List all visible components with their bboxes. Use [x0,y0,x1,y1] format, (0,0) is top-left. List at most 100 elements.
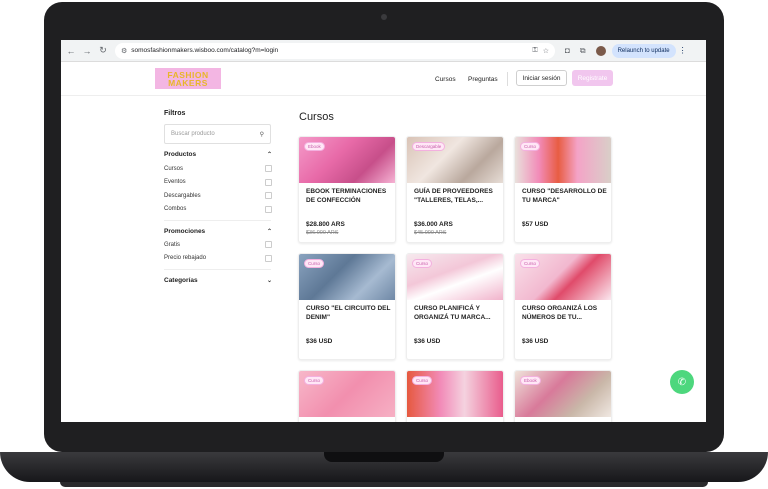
filter-option-cursos[interactable]: Cursos [164,162,272,176]
search-input[interactable]: Buscar producto ⚲ [164,124,271,144]
option-label: Precio rebajado [164,255,207,262]
checkbox[interactable] [265,241,272,249]
register-button[interactable]: Registrate [572,70,613,86]
nav-preguntas[interactable]: Preguntas [468,76,498,83]
card-image: Curso [407,254,503,300]
chevron-up-icon[interactable]: ⌃ [267,151,272,158]
url-text: somosfashionmakers.wisboo.com/catalog?m=… [131,47,279,54]
course-card[interactable]: Curso [406,370,504,422]
whatsapp-icon: ✆ [677,376,687,388]
card-title: CURSO ORGANIZÁ LOS NÚMEROS DE TU... [522,305,598,321]
laptop-feet [60,482,708,487]
card-price: $36 USD [414,338,441,345]
site-header: FASHION MAKERS Cursos Preguntas Iniciar … [61,62,706,96]
filter-option-eventos[interactable]: Eventos [164,176,272,190]
filter-option-gratis[interactable]: Gratis [164,238,272,252]
card-image: Ebook [515,371,611,417]
nav-divider [507,72,508,86]
nav-cursos[interactable]: Cursos [435,76,456,83]
option-label: Eventos [164,179,186,186]
back-icon[interactable]: ← [65,45,77,57]
address-bar[interactable]: ⚙ somosfashionmakers.wisboo.com/catalog?… [115,42,555,59]
card-tag: Ebook [304,142,325,151]
course-card[interactable]: Curso CURSO "EL CIRCUITO DEL DENIM" $36 … [298,253,396,360]
checkbox[interactable] [265,254,272,262]
card-tag: Curso [412,259,433,268]
search-placeholder: Buscar producto [171,131,215,137]
card-title: GUÍA DE PROVEEDORES "TALLERES, TELAS,... [414,188,493,204]
checkbox[interactable] [265,178,272,186]
laptop-notch [324,452,444,462]
card-image: Descargable [407,137,503,183]
course-card[interactable]: Ebook EBOOK TERMINACIONES DE CONFECCIÓN … [298,136,396,243]
course-card[interactable]: Descargable GUÍA DE PROVEEDORES "TALLERE… [406,136,504,243]
productos-header[interactable]: Productos ⌃ [164,151,272,158]
card-price: $57 USD [522,221,549,228]
camera-icon[interactable]: ◘ [565,46,570,55]
course-card[interactable]: Curso CURSO PLANIFICÁ Y ORGANIZÁ TU MARC… [406,253,504,360]
screen: ← → ↻ ⚙ somosfashionmakers.wisboo.com/ca… [61,40,706,422]
extensions-icon[interactable]: ⧉ [580,46,586,56]
card-image: Ebook [299,137,395,183]
card-image: Curso [407,371,503,417]
card-tag: Curso [520,259,541,268]
login-button[interactable]: Iniciar sesión [516,70,567,86]
course-card[interactable]: Curso CURSO "DESARROLLO DE TU MARCA" $57… [514,136,612,243]
profile-avatar[interactable] [595,45,606,56]
card-old-price: $45.000 ARS [414,230,447,236]
checkbox[interactable] [265,165,272,173]
card-image: Curso [515,254,611,300]
option-label: Descargables [164,192,201,199]
bookmark-star-icon[interactable]: ☆ [543,47,549,55]
filter-option-combos[interactable]: Combos [164,203,272,217]
card-title: CURSO PLANIFICÁ Y ORGANIZÁ TU MARCA... [414,305,491,321]
card-title: EBOOK TERMINACIONES DE CONFECCIÓN [306,188,387,204]
card-price: $36 USD [306,338,333,345]
categorias-header[interactable]: Categorías ⌄ [164,277,272,284]
course-card[interactable]: Ebook [514,370,612,422]
forward-icon[interactable]: → [81,45,93,57]
filter-option-descargables[interactable]: Descargables [164,189,272,203]
card-tag: Ebook [520,376,541,385]
course-card[interactable]: Curso CURSO ORGANIZÁ LOS NÚMEROS DE TU..… [514,253,612,360]
card-title: CURSO "DESARROLLO DE TU MARCA" [522,188,607,204]
card-price: $36 USD [522,338,549,345]
logo[interactable]: FASHION MAKERS [155,68,221,89]
site-info-icon[interactable]: ⚙ [121,47,127,55]
chevron-down-icon[interactable]: ⌄ [267,277,272,284]
card-title: CURSO "EL CIRCUITO DEL DENIM" [306,305,391,321]
logo-line-2: MAKERS [168,77,208,88]
card-tag: Descargable [412,142,446,151]
card-image: Curso [515,137,611,183]
option-label: Cursos [164,165,184,172]
whatsapp-button[interactable]: ✆ [670,370,694,394]
chevron-up-icon[interactable]: ⌃ [267,228,272,235]
promociones-label: Promociones [164,228,206,235]
camera-dot [381,14,387,20]
card-price: $28.800 ARS [306,221,345,228]
card-image: Curso [299,254,395,300]
option-label: Combos [164,206,187,213]
reload-icon[interactable]: ↻ [97,45,109,57]
card-price: $36.000 ARS [414,221,453,228]
promociones-header[interactable]: Promociones ⌃ [164,228,272,235]
relaunch-button[interactable]: Relaunch to update [611,43,676,58]
card-tag: Curso [412,376,433,385]
checkbox[interactable] [265,205,272,213]
filters-title: Filtros [164,110,186,117]
card-tag: Curso [520,142,541,151]
course-card[interactable]: Curso [298,370,396,422]
card-tag: Curso [304,376,325,385]
checkbox[interactable] [265,192,272,200]
card-old-price: $36.000 ARS [306,230,339,236]
productos-label: Productos [164,151,197,158]
card-image: Curso [299,371,395,417]
browser-toolbar: ← → ↻ ⚙ somosfashionmakers.wisboo.com/ca… [61,40,706,62]
search-icon[interactable]: ⚲ [260,131,264,138]
key-icon[interactable]: ⚿ [532,47,537,55]
filter-option-precio-rebajado[interactable]: Precio rebajado [164,252,272,266]
page-title: Cursos [299,111,334,123]
filters-panel: Filtros Buscar producto ⚲ Productos ⌃ Cu… [164,110,272,284]
kebab-menu-icon[interactable]: ⋮ [679,46,687,55]
categorias-label: Categorías [164,277,198,284]
